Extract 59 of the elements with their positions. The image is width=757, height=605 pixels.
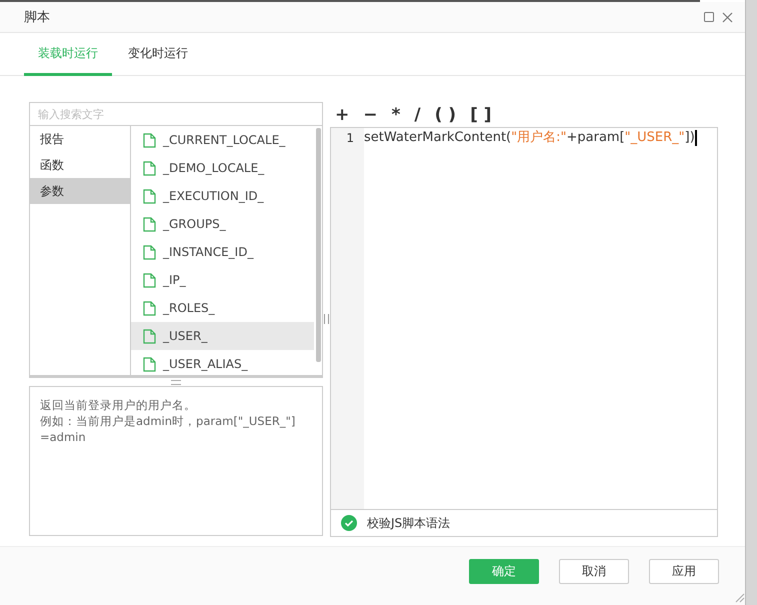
operator-button[interactable]: +	[330, 104, 354, 124]
operator-button[interactable]: −	[358, 104, 382, 124]
scrollbar[interactable]	[316, 128, 321, 362]
parameter-item[interactable]: _IP_	[131, 266, 314, 294]
parameter-name: _INSTANCE_ID_	[163, 245, 254, 259]
parameter-item[interactable]: _USER_ALIAS_	[131, 350, 314, 375]
file-icon	[143, 300, 156, 316]
splitter-handle[interactable]	[171, 380, 181, 384]
description-text: =admin	[40, 429, 87, 445]
file-icon	[143, 132, 156, 148]
splitter-handle[interactable]	[324, 314, 329, 324]
parameter-name: _USER_	[163, 329, 208, 343]
operator-button[interactable]: ( )	[430, 104, 462, 124]
parameter-item[interactable]: _USER_	[131, 322, 314, 350]
file-icon	[143, 160, 156, 176]
category-item[interactable]: 参数	[30, 178, 130, 204]
file-icon	[143, 356, 156, 372]
file-icon	[143, 216, 156, 232]
parameter-name: _DEMO_LOCALE_	[163, 161, 264, 175]
operator-button[interactable]: *	[386, 104, 406, 124]
parameter-name: _GROUPS_	[163, 217, 226, 231]
parameter-name: _CURRENT_LOCALE_	[163, 133, 286, 147]
operator-button[interactable]: [ ]	[465, 104, 497, 124]
operator-button[interactable]: /	[409, 104, 426, 124]
file-icon	[143, 328, 156, 344]
code-token: ])	[684, 129, 695, 147]
close-icon[interactable]	[722, 12, 733, 22]
file-icon	[143, 188, 156, 204]
category-item[interactable]: 报告	[30, 126, 130, 152]
parameter-name: _USER_ALIAS_	[163, 357, 248, 371]
file-icon	[143, 244, 156, 260]
line-number: 1	[346, 130, 355, 147]
resize-grip-icon[interactable]	[733, 591, 745, 603]
validate-label[interactable]: 校验JS脚本语法	[367, 514, 450, 532]
window-title: 脚本	[24, 9, 51, 26]
text-cursor	[694, 130, 697, 146]
search-field[interactable]: 输入搜索文字	[29, 102, 323, 126]
parameter-item[interactable]: _INSTANCE_ID_	[131, 238, 314, 266]
dialog-button[interactable]: 应用	[649, 559, 719, 584]
code-token: +param[	[566, 129, 625, 147]
description-text: 返回当前登录用户的用户名。	[40, 397, 197, 413]
parameter-item[interactable]: _ROLES_	[131, 294, 314, 322]
description-text: 例如：当前用户是admin时，param["_USER_"]	[40, 413, 296, 429]
parameter-item[interactable]: _DEMO_LOCALE_	[131, 154, 314, 182]
parameter-item[interactable]: _CURRENT_LOCALE_	[131, 126, 314, 154]
parameter-name: _ROLES_	[163, 301, 215, 315]
file-icon	[143, 272, 156, 288]
category-item[interactable]: 函数	[30, 152, 130, 178]
parameter-name: _EXECUTION_ID_	[163, 189, 264, 203]
code-editor[interactable]: 1 setWaterMarkContent("用户名:"+param["_USER_"]) 校验JS脚本语法	[330, 127, 718, 537]
code-token: setWaterMarkContent(	[364, 129, 512, 147]
code-token: "_USER_"	[624, 129, 685, 147]
code-token: "用户名:"	[511, 129, 566, 147]
parameter-item[interactable]: _EXECUTION_ID_	[131, 182, 314, 210]
maximize-icon[interactable]	[704, 12, 714, 22]
parameter-name: _IP_	[163, 273, 186, 287]
tab[interactable]: 变化时运行	[114, 33, 202, 76]
parameter-item[interactable]: _GROUPS_	[131, 210, 314, 238]
dialog-button[interactable]: 取消	[559, 559, 629, 584]
